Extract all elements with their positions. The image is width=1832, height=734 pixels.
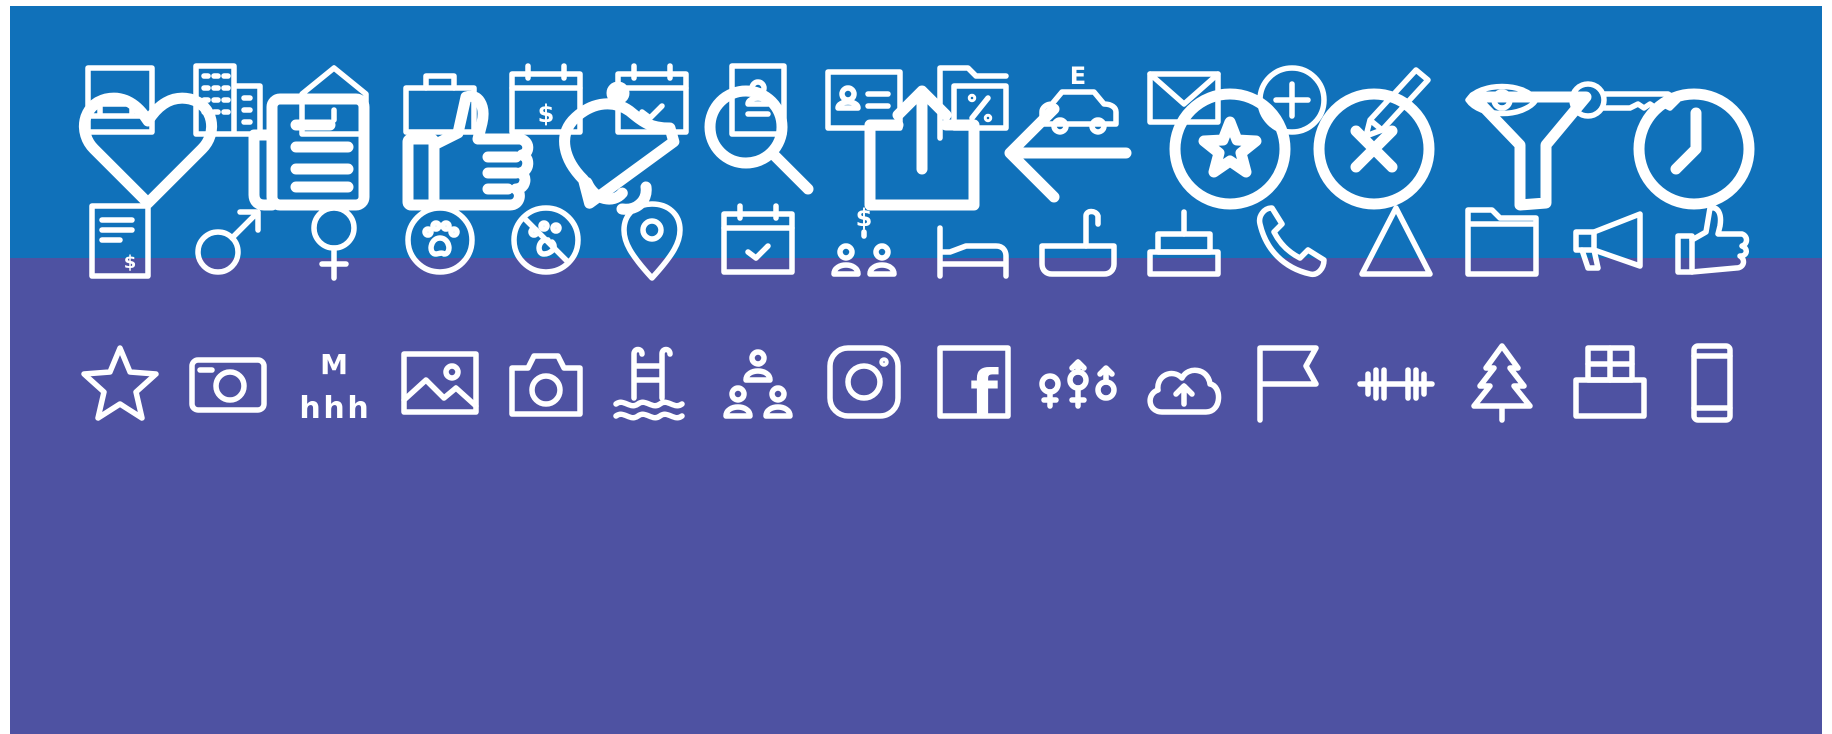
pencil-icon — [1354, 58, 1438, 142]
briefcase-icon — [398, 58, 482, 142]
house-icon — [292, 58, 376, 142]
calendar-dollar-icon: $ — [504, 58, 588, 142]
eye-icon — [1460, 58, 1544, 142]
metro-glyph: M — [320, 348, 348, 381]
metro-h3: h — [347, 391, 368, 426]
bathtub-icon — [1036, 198, 1120, 282]
triangle-icon — [1354, 198, 1438, 282]
id-card-icon — [822, 58, 906, 142]
metro-icon: Mhhh — [292, 340, 376, 426]
discount-folder-icon — [932, 58, 1016, 142]
mail-icon — [1142, 58, 1226, 142]
instagram-icon — [822, 340, 906, 424]
calendar-dollar-glyph: $ — [538, 100, 555, 128]
pet-friendly-icon — [398, 198, 482, 282]
calendar-check-icon — [610, 58, 694, 142]
megaphone-icon — [1568, 198, 1652, 282]
bed-icon — [932, 198, 1016, 282]
calendar-check-icon-2 — [716, 198, 800, 282]
pool-ladder-icon — [610, 340, 694, 424]
bed-frame-icon — [78, 58, 162, 142]
plus-circle-icon — [1250, 58, 1334, 142]
storage-box-icon — [1568, 340, 1652, 424]
camera-compact-icon — [186, 340, 270, 424]
image-icon — [398, 340, 482, 424]
facebook-glyph: f — [970, 358, 999, 432]
paid-group-glyph: $ — [856, 204, 873, 232]
facebook-icon: f — [932, 340, 1016, 432]
group-icon — [716, 340, 800, 424]
cake-icon — [1142, 198, 1226, 282]
paid-group-icon: $ — [822, 198, 906, 282]
cloud-upload-icon — [1142, 340, 1226, 424]
no-pets-icon — [504, 198, 588, 282]
location-pin-icon — [610, 198, 694, 282]
phone-icon — [1250, 198, 1334, 282]
invoice-icon: $ — [78, 198, 162, 282]
invoice-glyph: $ — [124, 252, 137, 273]
flag-icon — [1250, 340, 1334, 424]
electric-car-glyph: E — [1070, 62, 1086, 90]
electric-car-icon: E — [1036, 58, 1120, 142]
dumbbell-icon — [1354, 340, 1438, 424]
key-icon — [1568, 58, 1681, 142]
genders-icon — [1036, 340, 1120, 424]
bottom-icon-band — [10, 258, 1822, 734]
pine-tree-icon — [1460, 340, 1544, 424]
metro-h1: h — [299, 391, 320, 426]
office-building-icon — [186, 58, 270, 142]
star-icon — [78, 340, 162, 424]
female-icon — [292, 198, 376, 282]
id-badge-icon — [716, 58, 800, 142]
male-icon — [186, 198, 270, 282]
metro-h2: h — [323, 391, 344, 426]
camera-icon — [504, 340, 588, 424]
thumbs-up-icon-small — [1670, 198, 1754, 282]
smartphone-icon — [1670, 340, 1754, 424]
folder-icon — [1460, 198, 1544, 282]
